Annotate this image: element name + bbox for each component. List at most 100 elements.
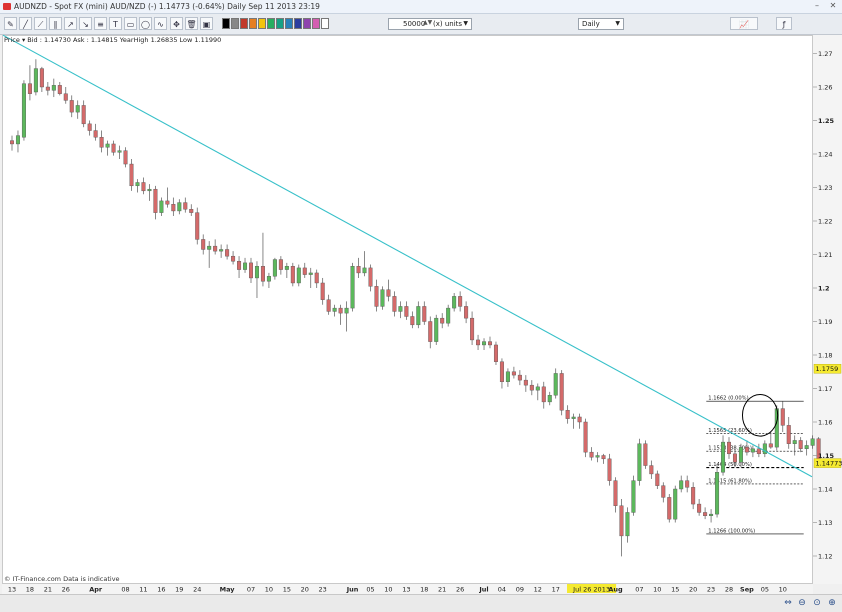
candle-body [596, 456, 600, 458]
x-tick-label: 08 [121, 586, 129, 594]
candle-body [584, 422, 588, 452]
x-tick-label: 21 [44, 586, 52, 594]
x-tick-label: 20 [689, 586, 697, 594]
candle-body [124, 151, 128, 164]
candle-body [703, 512, 707, 515]
candle-body [769, 444, 773, 447]
x-tick-label: Apr [89, 586, 103, 594]
candle-body [482, 342, 486, 345]
candle-body [428, 322, 432, 342]
ellipse-highlight [742, 395, 777, 437]
x-tick-label: 23 [707, 586, 715, 594]
candle-body [64, 94, 68, 101]
candle-body [225, 249, 229, 256]
candlestick-chart: 1.1662 (0.00%)1.1565 (23.60%)1.1513 (38.… [0, 0, 842, 611]
candle-body [417, 306, 421, 324]
candle-body [160, 201, 164, 213]
candle-body [434, 318, 438, 341]
candle-body [440, 318, 444, 323]
candle-body [40, 69, 44, 87]
candle-body [679, 481, 683, 489]
candle-body [148, 189, 152, 191]
candle-body [279, 260, 283, 270]
candle-body [733, 454, 737, 462]
x-tick-label: 19 [175, 586, 183, 594]
candle-body [578, 417, 582, 422]
candle-body [500, 362, 504, 382]
candle-body [285, 266, 289, 269]
x-tick-label: 05 [366, 586, 374, 594]
candle-body [554, 373, 558, 395]
x-tick-label: 04 [498, 586, 506, 594]
candle-body [267, 276, 271, 281]
candle-body [644, 444, 648, 466]
candle-body [751, 449, 755, 452]
x-tick-label: 10 [779, 586, 787, 594]
candle-body [58, 85, 62, 93]
x-tick-label: 16 [157, 586, 165, 594]
search-icon[interactable]: ⊙ [811, 597, 823, 609]
candle-body [375, 286, 379, 306]
fib-level-label: 1.1464 (50.00%) [708, 462, 752, 468]
candle-body [422, 306, 426, 321]
candle-body [650, 466, 654, 474]
candle-body [94, 131, 98, 138]
zoom-out-icon[interactable]: ⊖ [796, 597, 808, 609]
fib-level-label: 1.1415 (61.80%) [708, 478, 752, 484]
candle-body [506, 372, 510, 382]
candle-body [249, 263, 253, 278]
price-dropdown-icon[interactable]: ▾ [22, 36, 25, 44]
zoom-in-icon[interactable]: ⊕ [826, 597, 838, 609]
candle-body [620, 506, 624, 536]
candle-body [661, 486, 665, 498]
x-tick-label: 10 [384, 586, 392, 594]
x-tick-label: May [220, 586, 236, 594]
candle-body [405, 306, 409, 316]
x-tick-label: 20 [301, 586, 309, 594]
candle-body [231, 256, 235, 261]
candle-body [261, 266, 265, 281]
candle-body [452, 296, 456, 308]
candle-body [88, 124, 92, 131]
candle-body [130, 164, 134, 186]
candle-body [100, 137, 104, 147]
candle-body [757, 449, 761, 454]
candle-body [799, 440, 803, 448]
y-tick-label: 1.26 [818, 84, 832, 92]
y-tick-label: 1.25 [818, 117, 835, 125]
candle-body [697, 504, 701, 512]
y-tick-label: 1.14 [818, 486, 832, 494]
candle-body [787, 425, 791, 443]
candle-body [273, 260, 277, 277]
x-tick-label: Jul 26 2013 [572, 586, 610, 594]
candle-body [458, 296, 462, 306]
x-tick-label: 15 [283, 586, 291, 594]
candle-body [34, 69, 38, 92]
candle-body [76, 105, 80, 112]
candle-body [524, 380, 528, 385]
candle-body [476, 340, 480, 345]
candle-body [715, 472, 719, 514]
data-credit: © IT-Finance.com Data is indicative [4, 575, 120, 583]
candle-body [464, 306, 468, 318]
candle-body [339, 308, 343, 313]
candle-body [399, 306, 403, 311]
candle-body [793, 440, 797, 443]
candle-body [142, 182, 146, 190]
candle-body [745, 447, 749, 452]
candle-body [656, 474, 660, 486]
candle-body [309, 273, 313, 275]
candle-body [207, 246, 211, 249]
candle-body [219, 249, 223, 251]
candle-body [632, 481, 636, 513]
candle-body [626, 512, 630, 535]
fit-icon[interactable]: ⇔ [782, 597, 794, 609]
y-tick-label: 1.21 [818, 251, 832, 259]
candle-body [22, 84, 26, 138]
candle-body [118, 151, 122, 153]
x-tick-label: 26 [456, 586, 464, 594]
price-label: Price [4, 36, 20, 44]
candle-body [381, 290, 385, 307]
candle-body [166, 201, 170, 204]
x-tick-label: 10 [265, 586, 273, 594]
